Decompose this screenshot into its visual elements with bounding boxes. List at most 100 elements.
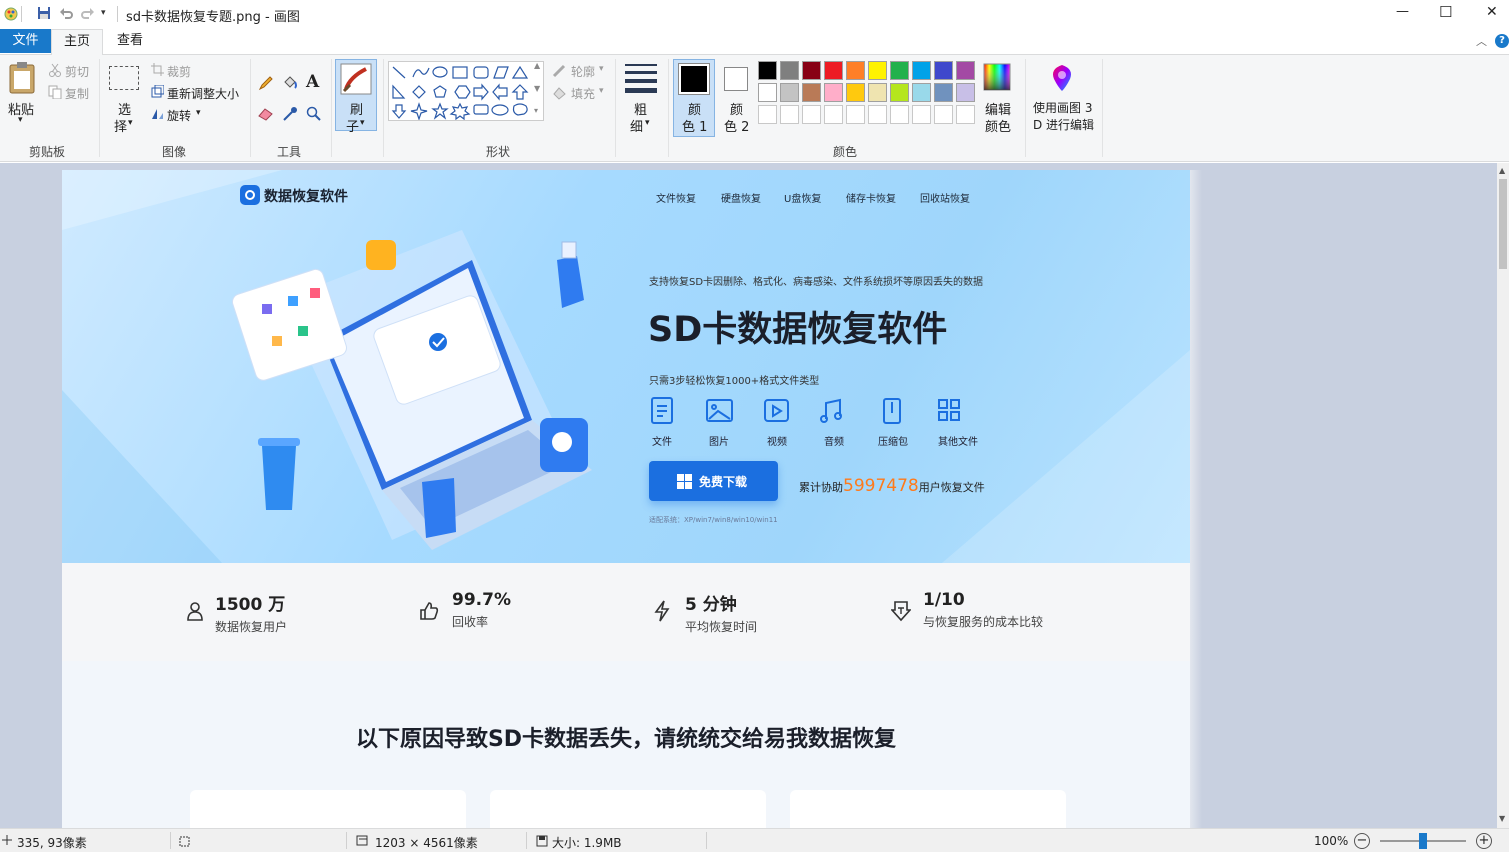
paint3d-icon[interactable] bbox=[1048, 63, 1076, 93]
paint3d-label[interactable]: 使用画图 3 bbox=[1033, 99, 1092, 116]
logo-icon[interactable] bbox=[240, 185, 260, 205]
palette-swatch[interactable] bbox=[890, 61, 909, 80]
minimize-button[interactable]: — bbox=[1396, 4, 1409, 19]
copy-button[interactable]: 复制 bbox=[65, 85, 89, 102]
outline-button[interactable]: 轮廓 bbox=[571, 63, 595, 80]
palette-swatch[interactable] bbox=[802, 61, 821, 80]
shapes-icon[interactable] bbox=[390, 64, 530, 120]
filetype-document[interactable]: 文件 bbox=[652, 433, 672, 448]
nav-recycle-bin-recovery[interactable]: 回收站恢复 bbox=[920, 190, 970, 205]
custom-color-slot[interactable] bbox=[956, 105, 975, 124]
palette-swatch[interactable] bbox=[956, 83, 975, 102]
custom-color-slot[interactable] bbox=[780, 105, 799, 124]
canvas-area[interactable]: 数据恢复软件 文件恢复 硬盘恢复 U盘恢复 储存卡恢复 回收站恢复 恢复成功 支… bbox=[0, 163, 1497, 828]
color-picker-icon[interactable] bbox=[282, 106, 298, 122]
help-icon[interactable]: ? bbox=[1495, 34, 1509, 48]
scroll-down-icon[interactable]: ▼ bbox=[1499, 814, 1505, 823]
size-dropdown-icon[interactable]: ▾ bbox=[645, 118, 650, 128]
fill-dropdown-icon[interactable]: ▾ bbox=[599, 86, 604, 96]
collapse-ribbon-icon[interactable]: ︿ bbox=[1476, 33, 1487, 49]
select-dropdown-icon[interactable]: ▾ bbox=[128, 118, 133, 128]
nav-usb-recovery[interactable]: U盘恢复 bbox=[784, 190, 821, 205]
paint-app-icon[interactable] bbox=[3, 6, 19, 22]
rotate-dropdown-icon[interactable]: ▾ bbox=[196, 108, 201, 118]
palette-swatch[interactable] bbox=[890, 83, 909, 102]
shapes-more-icon[interactable]: ▾ bbox=[534, 106, 538, 115]
filetype-other[interactable]: 其他文件 bbox=[938, 433, 978, 448]
palette-swatch[interactable] bbox=[802, 83, 821, 102]
filetype-image[interactable]: 图片 bbox=[709, 433, 729, 448]
fill-bucket-icon[interactable] bbox=[282, 74, 298, 90]
undo-icon[interactable] bbox=[59, 6, 73, 20]
palette-swatch[interactable] bbox=[934, 61, 953, 80]
zoom-in-button[interactable]: + bbox=[1476, 833, 1492, 849]
select-button-line2[interactable]: 择 bbox=[114, 116, 127, 135]
palette-swatch[interactable] bbox=[758, 61, 777, 80]
brushes-dropdown-icon[interactable]: ▾ bbox=[360, 118, 365, 128]
size-label-line2[interactable]: 细 bbox=[630, 116, 643, 135]
edit-colors-icon[interactable] bbox=[983, 63, 1011, 91]
paste-icon[interactable] bbox=[8, 61, 38, 95]
palette-swatch[interactable] bbox=[824, 83, 843, 102]
palette-swatch[interactable] bbox=[780, 61, 799, 80]
crop-button[interactable]: 裁剪 bbox=[167, 63, 191, 80]
download-button[interactable]: 免费下载 bbox=[649, 461, 778, 501]
reason-card[interactable] bbox=[190, 790, 466, 828]
zoom-slider[interactable] bbox=[1380, 833, 1466, 849]
custom-color-slot[interactable] bbox=[802, 105, 821, 124]
close-button[interactable]: ✕ bbox=[1486, 4, 1498, 20]
shapes-scroll-up-icon[interactable]: ▲ bbox=[534, 61, 540, 70]
color2-swatch[interactable] bbox=[724, 67, 748, 91]
custom-color-slot[interactable] bbox=[846, 105, 865, 124]
scroll-up-icon[interactable]: ▲ bbox=[1499, 166, 1505, 175]
edit-colors-label-line2[interactable]: 颜色 bbox=[985, 116, 1011, 135]
customize-toolbar-icon[interactable]: ▾ bbox=[101, 8, 106, 18]
paste-dropdown-icon[interactable]: ▾ bbox=[18, 115, 23, 125]
nav-file-recovery[interactable]: 文件恢复 bbox=[656, 190, 696, 205]
fill-button[interactable]: 填充 bbox=[571, 85, 595, 102]
tab-file[interactable]: 文件 bbox=[0, 29, 51, 53]
palette-swatch[interactable] bbox=[868, 83, 887, 102]
palette-swatch[interactable] bbox=[912, 61, 931, 80]
reason-card[interactable] bbox=[490, 790, 766, 828]
palette-swatch[interactable] bbox=[780, 83, 799, 102]
redo-icon[interactable] bbox=[81, 6, 95, 20]
filetype-video[interactable]: 视频 bbox=[767, 433, 787, 448]
tab-home[interactable]: 主页 bbox=[51, 29, 103, 56]
palette-swatch[interactable] bbox=[912, 83, 931, 102]
palette-swatch[interactable] bbox=[824, 61, 843, 80]
palette-swatch[interactable] bbox=[868, 61, 887, 80]
custom-color-slot[interactable] bbox=[890, 105, 909, 124]
zoom-out-button[interactable]: − bbox=[1354, 833, 1370, 849]
filetype-audio[interactable]: 音频 bbox=[824, 433, 844, 448]
cut-button[interactable]: 剪切 bbox=[65, 63, 89, 80]
nav-disk-recovery[interactable]: 硬盘恢复 bbox=[721, 190, 761, 205]
palette-swatch[interactable] bbox=[846, 61, 865, 80]
vertical-scrollbar[interactable]: ▲ ▼ bbox=[1497, 163, 1509, 828]
custom-color-slot[interactable] bbox=[758, 105, 777, 124]
paint3d-label-line2[interactable]: D 进行编辑 bbox=[1033, 116, 1094, 133]
palette-swatch[interactable] bbox=[956, 61, 975, 80]
text-tool-icon[interactable]: A bbox=[306, 72, 319, 92]
maximize-button[interactable]: ☐ bbox=[1439, 3, 1452, 21]
custom-color-slot[interactable] bbox=[824, 105, 843, 124]
scrollbar-thumb[interactable] bbox=[1499, 179, 1507, 269]
nav-memory-card-recovery[interactable]: 储存卡恢复 bbox=[846, 190, 896, 205]
eraser-icon[interactable] bbox=[258, 107, 274, 121]
size-icon[interactable] bbox=[625, 63, 657, 93]
outline-dropdown-icon[interactable]: ▾ bbox=[599, 64, 604, 74]
rotate-button[interactable]: 旋转 bbox=[167, 107, 191, 124]
color2-label-line2[interactable]: 色 2 bbox=[724, 116, 749, 135]
filetype-archive[interactable]: 压缩包 bbox=[878, 433, 908, 448]
pencil-icon[interactable] bbox=[258, 75, 274, 91]
palette-swatch[interactable] bbox=[934, 83, 953, 102]
magnifier-icon[interactable] bbox=[306, 106, 322, 122]
select-icon[interactable] bbox=[109, 66, 139, 90]
reason-card[interactable] bbox=[790, 790, 1066, 828]
zoom-slider-thumb[interactable] bbox=[1419, 833, 1427, 849]
custom-color-slot[interactable] bbox=[934, 105, 953, 124]
palette-swatch[interactable] bbox=[846, 83, 865, 102]
logo-text[interactable]: 数据恢复软件 bbox=[264, 186, 348, 206]
tab-view[interactable]: 查看 bbox=[104, 29, 156, 53]
shapes-scroll-down-icon[interactable]: ▼ bbox=[534, 84, 540, 93]
